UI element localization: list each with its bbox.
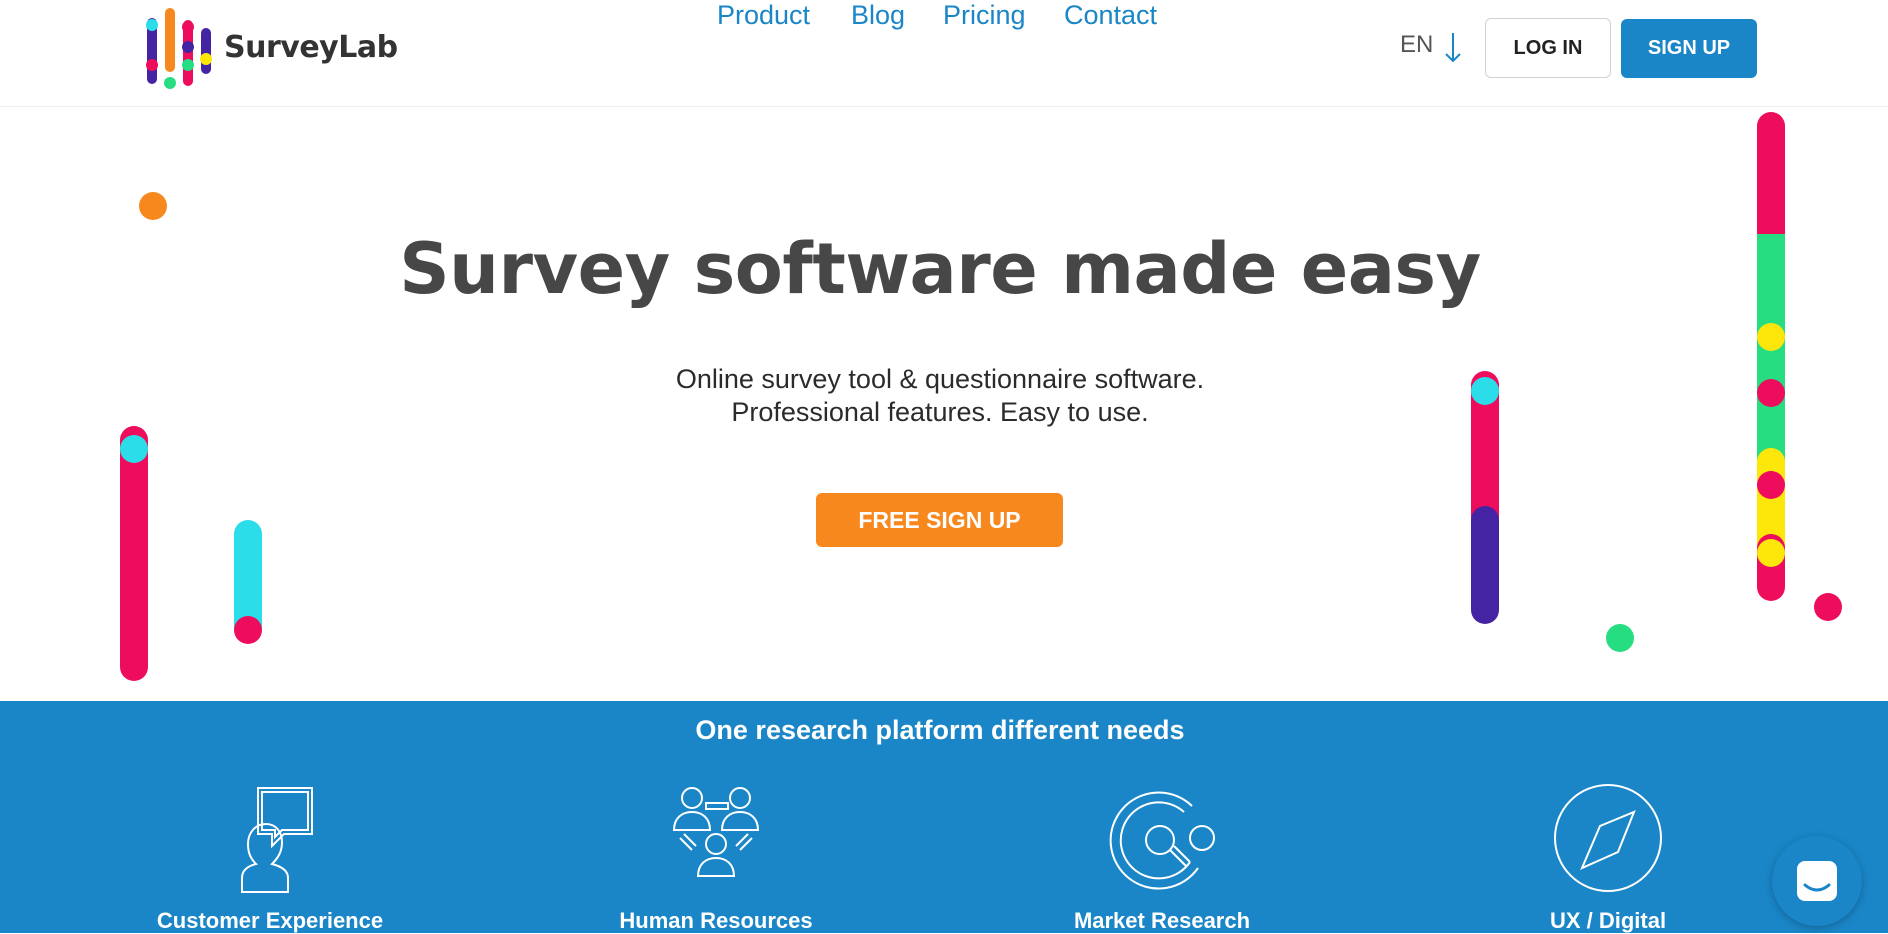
signup-button[interactable]: SIGN UP [1621, 19, 1757, 78]
need-label: Market Research [1073, 908, 1251, 933]
arrow-down-icon [1445, 33, 1462, 63]
login-button[interactable]: LOG IN [1485, 18, 1611, 78]
need-customer-experience[interactable]: Customer Experience [120, 784, 420, 933]
nav-pricing[interactable]: Pricing [943, 0, 1026, 31]
need-market-research[interactable]: Market Research [1012, 784, 1312, 933]
chat-button[interactable] [1772, 836, 1862, 926]
need-ux-digital[interactable]: UX / Digital [1458, 784, 1758, 933]
customer-experience-icon [241, 787, 313, 893]
logo-text: SurveyLab [224, 29, 398, 65]
human-resources-icon [672, 787, 760, 877]
hero-subtitle-line-2: Professional features. Easy to use. [731, 397, 1149, 427]
chat-icon [1797, 861, 1837, 901]
hero-subtitle-line-1: Online survey tool & questionnaire softw… [675, 364, 1205, 394]
logo-mark-icon [146, 8, 212, 89]
hero-title: Survey software made easy [399, 228, 1481, 310]
platform-section: One research platform different needs Cu… [0, 701, 1888, 933]
need-label: UX / Digital [1549, 908, 1667, 933]
market-research-icon [1109, 791, 1215, 890]
need-human-resources[interactable]: Human Resources [566, 784, 866, 933]
site-header: SurveyLab Product Blog Pricing Contact E… [0, 0, 1888, 107]
language-selector[interactable]: EN [1400, 31, 1463, 63]
need-label: Customer Experience [156, 908, 384, 933]
language-label: EN [1400, 31, 1434, 58]
nav-blog[interactable]: Blog [851, 0, 905, 31]
free-signup-button[interactable]: FREE SIGN UP [816, 493, 1063, 547]
logo[interactable]: SurveyLab [144, 4, 398, 89]
ux-digital-icon [1554, 784, 1662, 892]
platform-title: One research platform different needs [695, 715, 1185, 745]
nav-product[interactable]: Product [717, 0, 810, 31]
nav-contact[interactable]: Contact [1064, 0, 1157, 31]
need-label: Human Resources [619, 908, 813, 933]
